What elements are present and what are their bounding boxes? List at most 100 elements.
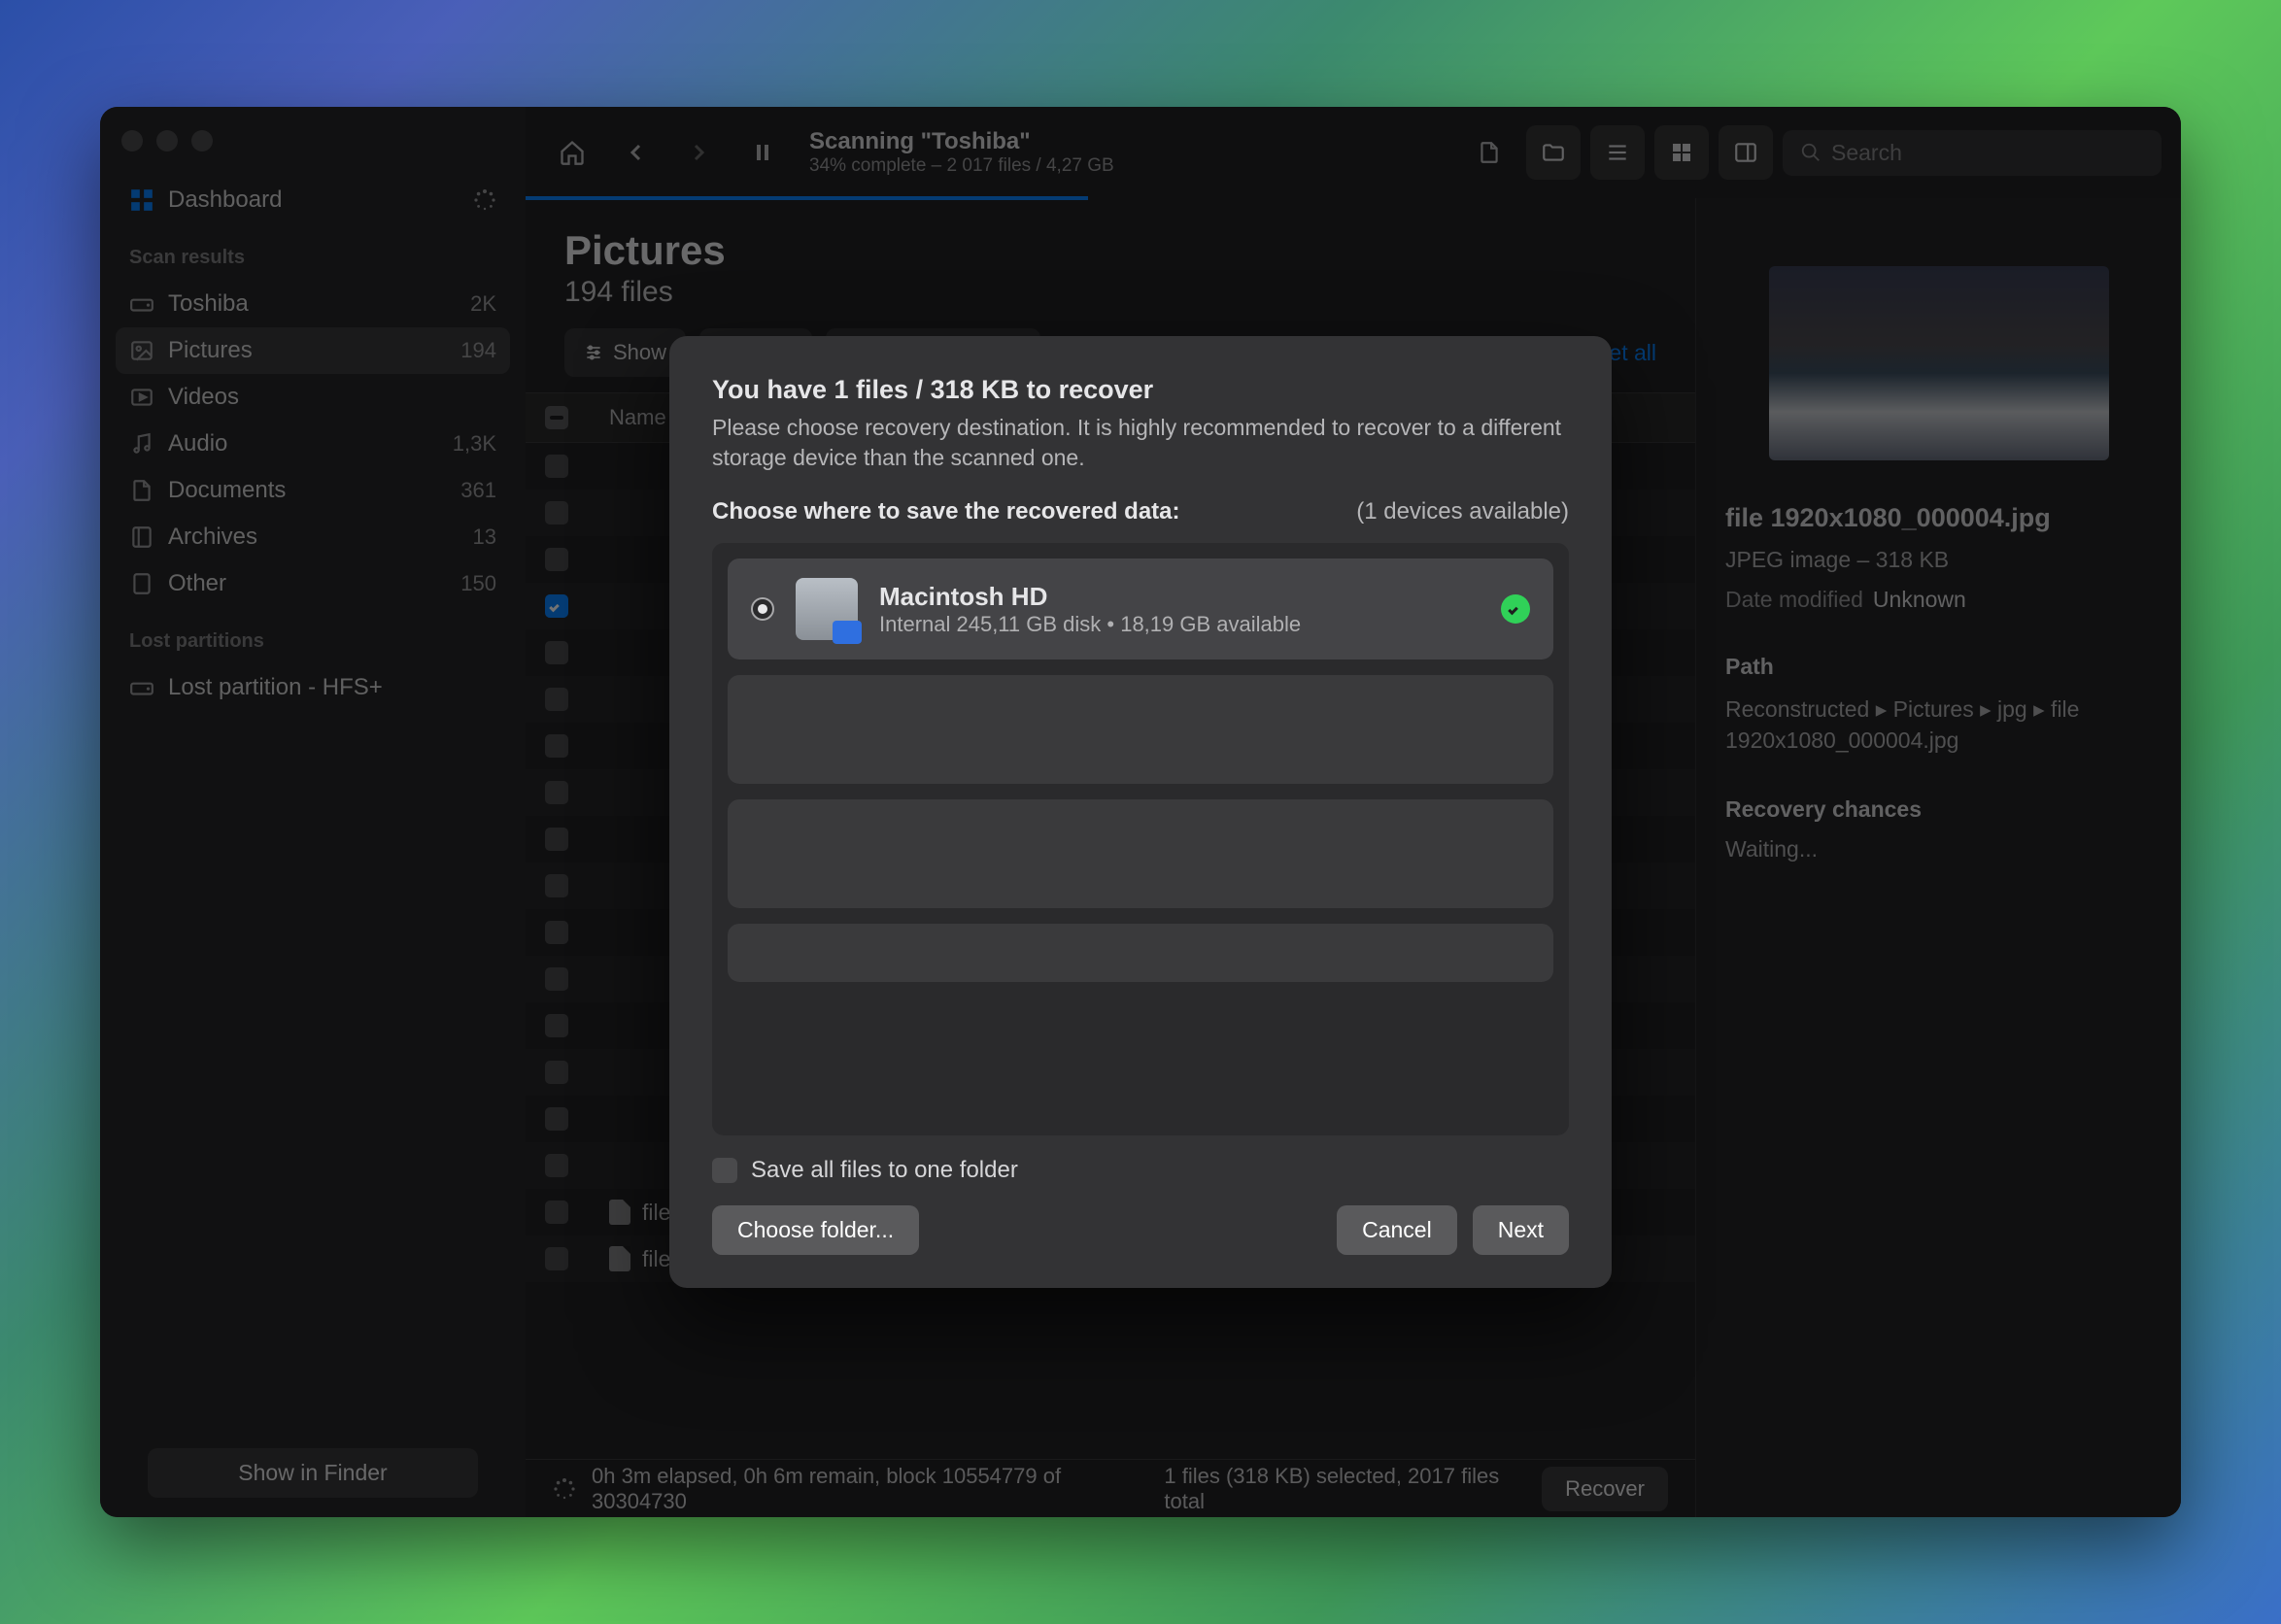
sidebar-item-label: Archives [168,524,257,551]
sidebar-item-count: 361 [460,478,496,503]
inspector-meta: JPEG image – 318 KB [1725,547,2152,573]
row-checkbox[interactable] [545,874,568,897]
content-header: Pictures 194 files [526,198,1695,319]
sidebar-item-videos[interactable]: Videos [116,374,510,421]
inspector-date-val: Unknown [1873,587,1966,613]
device-option-placeholder [728,675,1553,784]
drive-icon [129,675,154,700]
sidebar-item-other[interactable]: Other 150 [116,560,510,607]
device-option-placeholder [728,799,1553,908]
scan-subtitle: 34% complete – 2 017 files / 4,27 GB [809,155,1114,177]
toolbar: Scanning "Toshiba" 34% complete – 2 017 … [526,107,2181,198]
row-checkbox[interactable] [545,1201,568,1224]
sidebar-item-count: 150 [460,571,496,596]
folder-view-button[interactable] [1526,125,1581,180]
row-checkbox[interactable] [545,641,568,664]
grid-view-button[interactable] [1654,125,1709,180]
sidebar-item-documents[interactable]: Documents 361 [116,467,510,514]
inspector-filename: file 1920x1080_000004.jpg [1725,503,2152,533]
sidebar-item-label: Videos [168,384,239,411]
category-icon [129,478,154,503]
inspector-toggle-button[interactable] [1719,125,1773,180]
status-right: 1 files (318 KB) selected, 2017 files to… [1164,1464,1526,1514]
row-checkbox[interactable] [545,501,568,524]
device-option-placeholder [728,924,1553,982]
status-left: 0h 3m elapsed, 0h 6m remain, block 10554… [592,1464,1133,1514]
sidebar-dashboard[interactable]: Dashboard [116,177,510,223]
recover-button[interactable]: Recover [1542,1467,1668,1511]
row-checkbox[interactable] [545,1061,568,1084]
row-checkbox[interactable] [545,734,568,758]
row-checkbox[interactable] [545,1014,568,1037]
inspector-path-val: Reconstructed ▸ Pictures ▸ jpg ▸ file 19… [1725,694,2152,756]
header-checkbox[interactable] [545,406,568,429]
row-checkbox[interactable] [545,1154,568,1177]
sidebar-item-label: Toshiba [168,290,249,318]
pause-scan-button[interactable] [735,125,790,180]
row-checkbox[interactable] [545,455,568,478]
scan-status: Scanning "Toshiba" 34% complete – 2 017 … [809,128,1114,177]
row-checkbox[interactable] [545,1247,568,1270]
sidebar-lost-label: Lost partition - HFS+ [168,674,383,701]
category-icon [129,385,154,410]
nav-forward-button[interactable] [671,125,726,180]
device-name: Macintosh HD [879,582,1301,612]
modal-device-list: Macintosh HD Internal 245,11 GB disk • 1… [712,543,1569,1135]
zoom-window[interactable] [191,130,213,152]
row-checkbox[interactable] [545,921,568,944]
home-button[interactable] [545,125,599,180]
row-checkbox[interactable] [545,781,568,804]
sidebar-lost-partition[interactable]: Lost partition - HFS+ [116,664,510,711]
category-icon [129,338,154,363]
new-file-button[interactable] [1462,125,1516,180]
page-subtitle: 194 files [564,276,1656,309]
filter-show[interactable]: Show [564,328,686,377]
page-title: Pictures [564,227,1656,274]
inspector-date-key: Date modified [1725,587,1863,613]
sidebar-item-count: 1,3K [453,431,496,457]
modal-choose-label: Choose where to save the recovered data: [712,498,1180,525]
sidebar-item-toshiba[interactable]: Toshiba 2K [116,281,510,327]
row-checkbox[interactable] [545,548,568,571]
inspector-panel: file 1920x1080_000004.jpg JPEG image – 3… [1695,198,2181,1517]
row-checkbox[interactable] [545,967,568,991]
category-icon [129,291,154,317]
sidebar-item-pictures[interactable]: Pictures194 [116,327,510,374]
device-details: Internal 245,11 GB disk • 18,19 GB avail… [879,612,1301,637]
modal-title: You have 1 files / 318 KB to recover [712,375,1569,405]
sidebar-item-label: Pictures [168,337,253,364]
row-checkbox[interactable] [545,1107,568,1131]
device-option-mac-hd[interactable]: Macintosh HD Internal 245,11 GB disk • 1… [728,558,1553,660]
category-icon [129,524,154,550]
row-checkbox[interactable] [545,828,568,851]
sidebar-item-audio[interactable]: Audio 1,3K [116,421,510,467]
category-icon [129,431,154,457]
sidebar-item-label: Other [168,570,226,597]
modal-subtitle: Please choose recovery destination. It i… [712,413,1569,473]
sidebar-item-label: Documents [168,477,286,504]
sidebar-item-label: Audio [168,430,227,457]
close-window[interactable] [121,130,143,152]
list-view-button[interactable] [1590,125,1645,180]
sidebar-item-archives[interactable]: Archives13 [116,514,510,560]
search-field[interactable]: Search [1783,130,2162,176]
sidebar-header-lost-partitions: Lost partitions [116,613,510,659]
nav-back-button[interactable] [609,125,664,180]
choose-folder-button[interactable]: Choose folder... [712,1205,919,1255]
save-one-folder-checkbox[interactable]: Save all files to one folder [712,1157,1569,1184]
row-checkbox[interactable] [545,688,568,711]
category-icon [129,571,154,596]
show-in-finder-button[interactable]: Show in Finder [148,1448,478,1498]
sidebar-item-count: 2K [470,291,496,317]
minimize-window[interactable] [156,130,178,152]
inspector-chances-val: Waiting... [1725,836,2152,863]
inspector-path-key: Path [1725,654,2152,680]
sidebar: Dashboard Scan results Toshiba2KPictures… [100,107,526,1517]
file-icon [609,1200,630,1225]
row-checkbox[interactable] [545,594,568,618]
spinner-icon [553,1477,576,1501]
window-controls [116,120,510,171]
checkbox-icon [712,1158,737,1183]
cancel-button[interactable]: Cancel [1337,1205,1457,1255]
next-button[interactable]: Next [1473,1205,1569,1255]
